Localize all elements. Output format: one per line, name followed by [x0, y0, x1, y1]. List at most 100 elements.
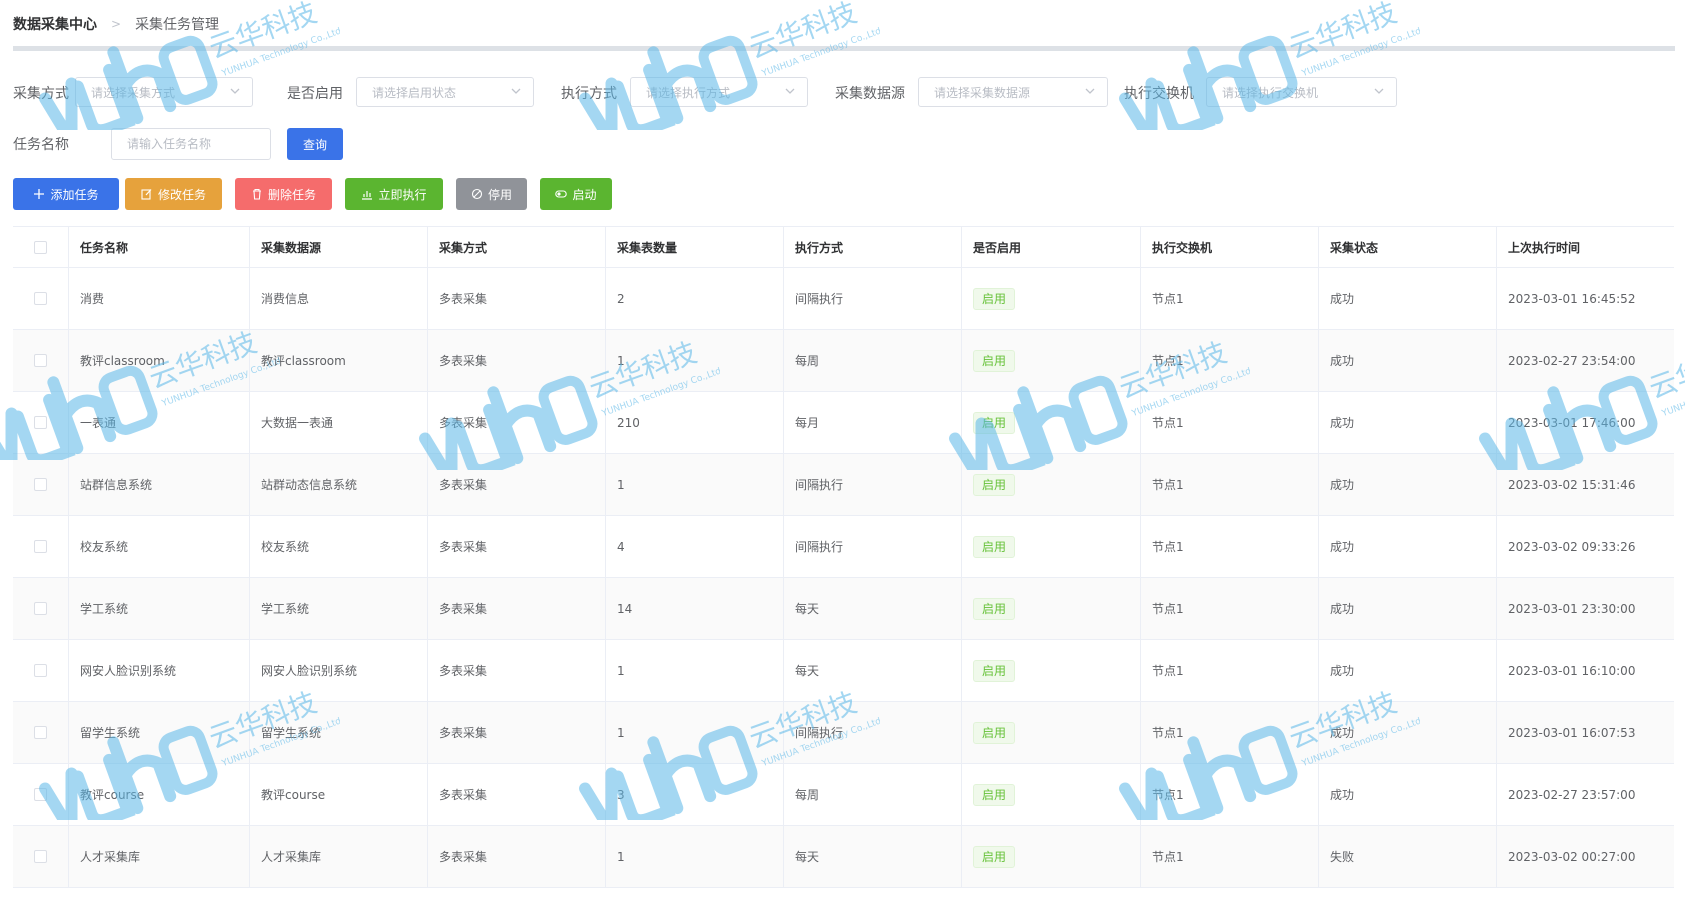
- filter-bar: 采集方式 请选择采集方式 是否启用 请选择启用状态 执行方式 请选择执行方式 采…: [13, 77, 1673, 117]
- row-select-cell: [13, 392, 68, 453]
- cell-last-run: 2023-03-01 17:46:00: [1496, 392, 1674, 453]
- cell-status: 成功: [1318, 268, 1496, 329]
- cell-exec-method-text: 每月: [795, 416, 820, 430]
- cell-collect-method-text: 多表采集: [439, 788, 488, 802]
- edit-icon: [141, 189, 152, 200]
- cell-task-name-text: 人才采集库: [80, 850, 141, 864]
- table-row[interactable]: 消费 消费信息 多表采集 2 间隔执行 启用 节点1 成功 2023-03-01 16:45:5…: [13, 268, 1674, 330]
- cell-exec-method: 每天: [783, 578, 961, 639]
- exchange-select[interactable]: 请选择执行交换机: [1206, 77, 1397, 107]
- row-checkbox[interactable]: [34, 664, 47, 677]
- cell-datasource: 留学生系统: [249, 702, 427, 763]
- table-row[interactable]: 网安人脸识别系统 网安人脸识别系统 多表采集 1 每天 启用 节点1 成功 2023-03-01…: [13, 640, 1674, 702]
- cell-collect-method-text: 多表采集: [439, 850, 488, 864]
- header-exchange[interactable]: 执行交换机: [1140, 227, 1318, 267]
- task-table: 任务名称 采集数据源 采集方式 采集表数量 执行方式 是否启用 执行交换机 采集…: [13, 226, 1674, 888]
- cell-table-count-text: 14: [617, 601, 633, 616]
- cell-enabled: 启用: [961, 268, 1140, 329]
- table-row[interactable]: 教评classroom 教评classroom 多表采集 1 每周 启用 节点1 成功 2023…: [13, 330, 1674, 392]
- table-row[interactable]: 站群信息系统 站群动态信息系统 多表采集 1 间隔执行 启用 节点1 成功 2023-03-02…: [13, 454, 1674, 516]
- header-enabled[interactable]: 是否启用: [961, 227, 1140, 267]
- cell-status: 成功: [1318, 454, 1496, 515]
- cell-table-count: 14: [605, 578, 783, 639]
- cell-last-run-text: 2023-03-01 23:30:00: [1508, 601, 1636, 616]
- cell-exchange: 节点1: [1140, 454, 1318, 515]
- svg-text:云华科技: 云华科技: [1285, 0, 1402, 65]
- table-row[interactable]: 一表通 大数据一表通 多表采集 210 每月 启用 节点1 成功 2023-03-01 17:4…: [13, 392, 1674, 454]
- add-task-button[interactable]: 添加任务: [13, 178, 119, 210]
- header-exec-method[interactable]: 执行方式: [783, 227, 961, 267]
- cell-collect-method: 多表采集: [427, 392, 605, 453]
- table-row[interactable]: 教评course 教评course 多表采集 3 每周 启用 节点1 成功 2023-02-27…: [13, 764, 1674, 826]
- cell-collect-method: 多表采集: [427, 454, 605, 515]
- row-checkbox[interactable]: [34, 292, 47, 305]
- header-collect-method[interactable]: 采集方式: [427, 227, 605, 267]
- cell-collect-method-text: 多表采集: [439, 416, 488, 430]
- cell-exchange-text: 节点1: [1152, 478, 1184, 492]
- cell-status-text: 成功: [1330, 602, 1355, 616]
- cell-status-text: 成功: [1330, 540, 1355, 554]
- status-badge: 启用: [973, 721, 1016, 744]
- chevron-down-icon: [511, 88, 521, 94]
- cell-task-name-text: 教评classroom: [80, 354, 165, 368]
- row-checkbox[interactable]: [34, 540, 47, 553]
- filter-enabled-label: 是否启用: [287, 86, 343, 102]
- disable-button[interactable]: 停用: [456, 178, 527, 210]
- header-status[interactable]: 采集状态: [1318, 227, 1496, 267]
- enable-button[interactable]: 启动: [540, 178, 612, 210]
- exec-method-placeholder: 请选择执行方式: [646, 85, 731, 100]
- cell-last-run-text: 2023-03-02 00:27:00: [1508, 849, 1636, 864]
- table-row[interactable]: 留学生系统 留学生系统 多表采集 1 间隔执行 启用 节点1 成功 2023-03-01 16:…: [13, 702, 1674, 764]
- cell-exec-method: 每周: [783, 764, 961, 825]
- table-row[interactable]: 人才采集库 人才采集库 多表采集 1 每天 启用 节点1 失败 2023-03-02 00:27…: [13, 826, 1674, 888]
- select-all-checkbox[interactable]: [34, 240, 47, 254]
- cell-table-count: 210: [605, 392, 783, 453]
- cell-collect-method: 多表采集: [427, 268, 605, 329]
- row-checkbox[interactable]: [34, 478, 47, 491]
- plus-icon: [34, 189, 45, 199]
- header-datasource[interactable]: 采集数据源: [249, 227, 427, 267]
- cell-exchange: 节点1: [1140, 640, 1318, 701]
- cell-exchange-text: 节点1: [1152, 726, 1184, 740]
- cell-datasource: 校友系统: [249, 516, 427, 577]
- cell-table-count-text: 1: [617, 353, 625, 368]
- svg-text:云华科技: 云华科技: [745, 0, 862, 65]
- filter-datasource: 采集数据源: [835, 77, 905, 109]
- row-select-cell: [13, 764, 68, 825]
- cell-status: 成功: [1318, 392, 1496, 453]
- query-button[interactable]: 查询: [287, 128, 343, 160]
- row-checkbox[interactable]: [34, 850, 47, 863]
- run-now-button[interactable]: 立即执行: [345, 178, 443, 210]
- status-badge: 启用: [973, 535, 1016, 558]
- row-checkbox[interactable]: [34, 416, 47, 429]
- edit-task-button[interactable]: 修改任务: [125, 178, 222, 210]
- row-checkbox[interactable]: [34, 602, 47, 615]
- breadcrumb-root[interactable]: 数据采集中心: [13, 14, 97, 34]
- svg-text:YUNHUA Technology Co.,Ltd: YUNHUA Technology Co.,Ltd: [760, 27, 880, 80]
- filter-bar-row2: 任务名称 查询: [13, 128, 613, 162]
- cell-exchange-text: 节点1: [1152, 664, 1184, 678]
- cell-table-count-text: 1: [617, 725, 625, 740]
- row-checkbox[interactable]: [34, 726, 47, 739]
- cell-datasource: 教评classroom: [249, 330, 427, 391]
- delete-task-button[interactable]: 删除任务: [235, 178, 332, 210]
- status-badge: 启用: [973, 349, 1016, 372]
- cell-status-text: 成功: [1330, 726, 1355, 740]
- table-row[interactable]: 学工系统 学工系统 多表采集 14 每天 启用 节点1 成功 2023-03-01 23:30:…: [13, 578, 1674, 640]
- header-last-run[interactable]: 上次执行时间: [1496, 227, 1674, 267]
- exec-method-select[interactable]: 请选择执行方式: [630, 77, 808, 107]
- collect-method-select[interactable]: 请选择采集方式: [75, 77, 253, 107]
- datasource-select[interactable]: 请选择采集数据源: [918, 77, 1108, 107]
- disable-label: 停用: [487, 187, 512, 202]
- table-row[interactable]: 校友系统 校友系统 多表采集 4 间隔执行 启用 节点1 成功 2023-03-02 09:33…: [13, 516, 1674, 578]
- row-select-cell: [13, 578, 68, 639]
- cell-table-count-text: 210: [617, 415, 640, 430]
- row-checkbox[interactable]: [34, 788, 47, 801]
- enabled-select[interactable]: 请选择启用状态: [356, 77, 534, 107]
- header-task-name[interactable]: 任务名称: [68, 227, 249, 267]
- cell-task-name: 一表通: [68, 392, 249, 453]
- header-table-count[interactable]: 采集表数量: [605, 227, 783, 267]
- row-checkbox[interactable]: [34, 354, 47, 367]
- task-name-input[interactable]: [111, 128, 271, 160]
- cell-last-run-text: 2023-03-01 16:10:00: [1508, 663, 1636, 678]
